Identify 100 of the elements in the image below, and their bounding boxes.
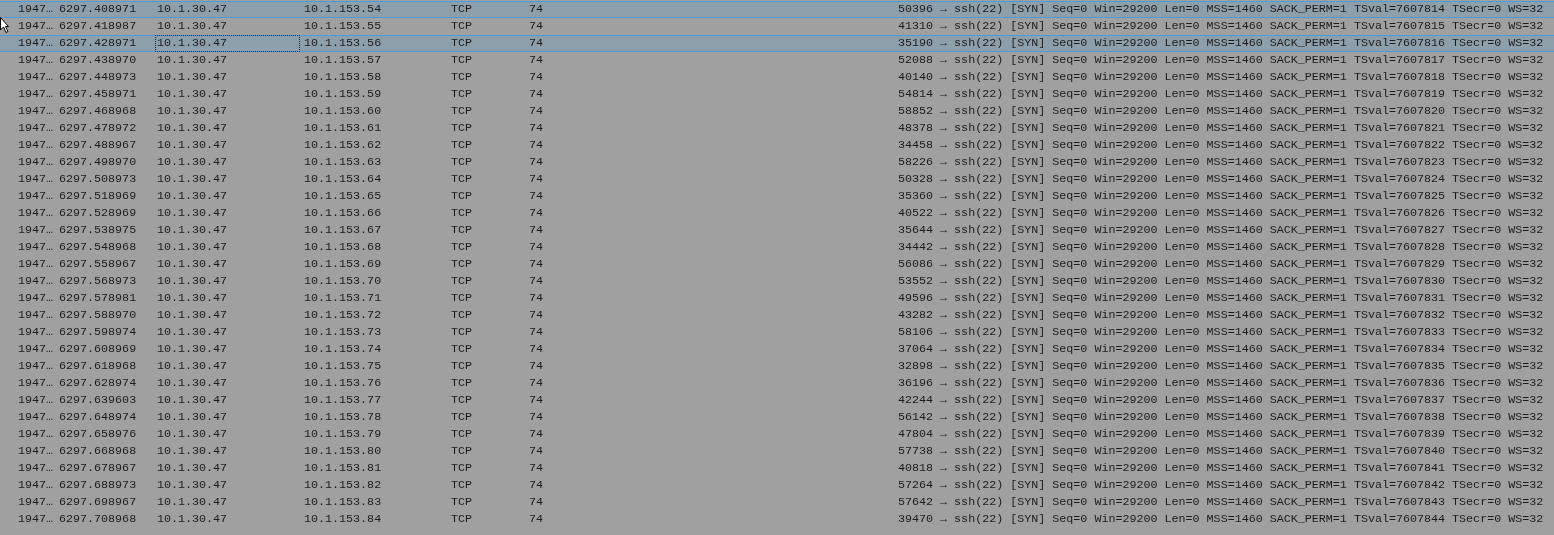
table-cell-text: 53552 → ssh(22) [SYN] Seq=0 Win=29200 Len=0 MSS=1460 SACK_PERM=1 TSval=7607830 TSecr=0 WS=32 — [897, 273, 1545, 290]
table-cell-text: 10.1.153.61 — [304, 120, 383, 137]
packet-row[interactable]: 1947… 6297.618968 10.1.30.47 10.1.153.75 TCP 74 32898 → ssh(22) [SYN] Seq=0 Win=29200 Len=0 MSS=1460 SACK_PERM=1 TSval=7607835 TSecr=0 WS=32 — [0, 358, 1554, 375]
table-cell-text: 10.1.30.47 — [156, 69, 229, 86]
table-cell-text: 6297.588970 — [59, 307, 138, 324]
table-cell-text: TCP — [451, 494, 474, 511]
packet-row[interactable]: 1947… 6297.628974 10.1.30.47 10.1.153.76 TCP 74 36196 → ssh(22) [SYN] Seq=0 Win=29200 Len=0 MSS=1460 SACK_PERM=1 TSval=7607836 TSecr=0 WS=32 — [0, 375, 1554, 392]
packet-row[interactable]: 1947… 6297.458971 10.1.30.47 10.1.153.59 TCP 74 54814 → ssh(22) [SYN] Seq=0 Win=29200 Len=0 MSS=1460 SACK_PERM=1 TSval=7607819 TSecr=0 WS=32 — [0, 86, 1554, 103]
packet-row[interactable]: 1947… 6297.468968 10.1.30.47 10.1.153.60 TCP 74 58852 → ssh(22) [SYN] Seq=0 Win=29200 Len=0 MSS=1460 SACK_PERM=1 TSval=7607820 TSecr=0 WS=32 — [0, 103, 1554, 120]
table-cell-text: 74 — [527, 477, 543, 494]
packet-row[interactable]: 1947… 6297.538975 10.1.30.47 10.1.153.67 TCP 74 35644 → ssh(22) [SYN] Seq=0 Win=29200 Len=0 MSS=1460 SACK_PERM=1 TSval=7607827 TSecr=0 WS=32 — [0, 222, 1554, 239]
table-cell-text: 54814 → ssh(22) [SYN] Seq=0 Win=29200 Len=0 MSS=1460 SACK_PERM=1 TSval=7607819 TSecr=0 WS=32 — [897, 86, 1545, 103]
table-cell-text: 10.1.153.64 — [304, 171, 383, 188]
table-cell-text: 10.1.153.72 — [304, 307, 383, 324]
table-cell-text: 10.1.30.47 — [156, 103, 229, 120]
packet-row[interactable]: 1947… 6297.438970 10.1.30.47 10.1.153.57 TCP 74 52088 → ssh(22) [SYN] Seq=0 Win=29200 Len=0 MSS=1460 SACK_PERM=1 TSval=7607817 TSecr=0 WS=32 — [0, 52, 1554, 69]
packet-row[interactable]: 1947… 6297.518969 10.1.30.47 10.1.153.65 TCP 74 35360 → ssh(22) [SYN] Seq=0 Win=29200 Len=0 MSS=1460 SACK_PERM=1 TSval=7607825 TSecr=0 WS=32 — [0, 188, 1554, 205]
table-cell-text: 10.1.30.47 — [156, 256, 229, 273]
table-cell-text: 74 — [527, 426, 543, 443]
packet-row[interactable]: 1947… 6297.578981 10.1.30.47 10.1.153.71 TCP 74 49596 → ssh(22) [SYN] Seq=0 Win=29200 Len=0 MSS=1460 SACK_PERM=1 TSval=7607831 TSecr=0 WS=32 — [0, 290, 1554, 307]
table-cell-text: 1947… — [18, 426, 55, 443]
table-cell-text: 6297.488967 — [59, 137, 138, 154]
table-cell-text: TCP — [451, 409, 474, 426]
packet-row[interactable]: 1947… 6297.558967 10.1.30.47 10.1.153.69 TCP 74 56086 → ssh(22) [SYN] Seq=0 Win=29200 Len=0 MSS=1460 SACK_PERM=1 TSval=7607829 TSecr=0 WS=32 — [0, 256, 1554, 273]
table-cell-text: 10.1.153.70 — [304, 273, 383, 290]
table-cell-text: 1947… — [18, 460, 55, 477]
table-cell-text: 36196 → ssh(22) [SYN] Seq=0 Win=29200 Len=0 MSS=1460 SACK_PERM=1 TSval=7607836 TSecr=0 WS=32 — [897, 375, 1545, 392]
table-cell-text: TCP — [451, 307, 474, 324]
table-cell-text: 74 — [527, 511, 543, 528]
table-cell-text: 1947… — [18, 188, 55, 205]
table-cell-text: 10.1.153.71 — [304, 290, 383, 307]
packet-row[interactable]: 1947… 6297.658976 10.1.30.47 10.1.153.79 TCP 74 47804 → ssh(22) [SYN] Seq=0 Win=29200 Len=0 MSS=1460 SACK_PERM=1 TSval=7607839 TSecr=0 WS=32 — [0, 426, 1554, 443]
table-cell-text: 10.1.30.47 — [156, 188, 229, 205]
table-cell-text: 6297.598974 — [59, 324, 138, 341]
table-cell-text: TCP — [451, 86, 474, 103]
table-cell-text: 10.1.153.55 — [304, 18, 383, 35]
table-cell-text: 6297.468968 — [59, 103, 138, 120]
table-cell-text: 10.1.153.58 — [304, 69, 383, 86]
table-cell-text: 10.1.153.77 — [304, 392, 383, 409]
packet-row[interactable]: 1947… 6297.608969 10.1.30.47 10.1.153.74 TCP 74 37064 → ssh(22) [SYN] Seq=0 Win=29200 Len=0 MSS=1460 SACK_PERM=1 TSval=7607834 TSecr=0 WS=32 — [0, 341, 1554, 358]
packet-row[interactable]: 1947… 6297.708968 10.1.30.47 10.1.153.84 TCP 74 39470 → ssh(22) [SYN] Seq=0 Win=29200 Len=0 MSS=1460 SACK_PERM=1 TSval=7607844 TSecr=0 WS=32 — [0, 511, 1554, 528]
table-cell-text: 48378 → ssh(22) [SYN] Seq=0 Win=29200 Len=0 MSS=1460 SACK_PERM=1 TSval=7607821 TSecr=0 WS=32 — [897, 120, 1545, 137]
table-cell-text: 10.1.153.54 — [304, 1, 383, 18]
table-cell-text: 74 — [527, 409, 543, 426]
table-cell-text: 10.1.30.47 — [156, 222, 229, 239]
table-cell-text: 6297.528969 — [59, 205, 138, 222]
table-cell-text: TCP — [451, 239, 474, 256]
packet-row[interactable]: 1947… 6297.678967 10.1.30.47 10.1.153.81 TCP 74 40818 → ssh(22) [SYN] Seq=0 Win=29200 Len=0 MSS=1460 SACK_PERM=1 TSval=7607841 TSecr=0 WS=32 — [0, 460, 1554, 477]
table-cell-text: 74 — [527, 188, 543, 205]
table-cell-text: 1947… — [18, 137, 55, 154]
table-cell-text: 10.1.30.47 — [156, 477, 229, 494]
table-cell-text: 10.1.153.65 — [304, 188, 383, 205]
packet-row[interactable]: 1947… 6297.488967 10.1.30.47 10.1.153.62 TCP 74 34458 → ssh(22) [SYN] Seq=0 Win=29200 Len=0 MSS=1460 SACK_PERM=1 TSval=7607822 TSecr=0 WS=32 — [0, 137, 1554, 154]
packet-row[interactable]: 1947… 6297.688973 10.1.30.47 10.1.153.82 TCP 74 57264 → ssh(22) [SYN] Seq=0 Win=29200 Len=0 MSS=1460 SACK_PERM=1 TSval=7607842 TSecr=0 WS=32 — [0, 477, 1554, 494]
packet-row[interactable]: 1947… 6297.408971 10.1.30.47 10.1.153.54 TCP 74 50396 → ssh(22) [SYN] Seq=0 Win=29200 Len=0 MSS=1460 SACK_PERM=1 TSval=7607814 TSecr=0 WS=32 — [0, 1, 1554, 18]
table-cell-text: TCP — [451, 511, 474, 528]
packet-row[interactable]: 1947… 6297.648974 10.1.30.47 10.1.153.78 TCP 74 56142 → ssh(22) [SYN] Seq=0 Win=29200 Len=0 MSS=1460 SACK_PERM=1 TSval=7607838 TSecr=0 WS=32 — [0, 409, 1554, 426]
table-cell-text: 10.1.30.47 — [156, 511, 229, 528]
table-cell-text: 6297.548968 — [59, 239, 138, 256]
table-cell-text: 1947… — [18, 239, 55, 256]
table-cell-text: 74 — [527, 494, 543, 511]
packet-row[interactable]: 1947… 6297.548968 10.1.30.47 10.1.153.68 TCP 74 34442 → ssh(22) [SYN] Seq=0 Win=29200 Len=0 MSS=1460 SACK_PERM=1 TSval=7607828 TSecr=0 WS=32 — [0, 239, 1554, 256]
table-cell-text: 10.1.30.47 — [156, 443, 229, 460]
table-cell-text: 1947… — [18, 256, 55, 273]
table-cell-text: 10.1.30.47 — [156, 120, 229, 137]
table-cell-text: TCP — [451, 256, 474, 273]
packet-row[interactable]: 1947… 6297.508973 10.1.30.47 10.1.153.64 TCP 74 50328 → ssh(22) [SYN] Seq=0 Win=29200 Len=0 MSS=1460 SACK_PERM=1 TSval=7607824 TSecr=0 WS=32 — [0, 171, 1554, 188]
table-cell-text: 42244 → ssh(22) [SYN] Seq=0 Win=29200 Len=0 MSS=1460 SACK_PERM=1 TSval=7607837 TSecr=0 WS=32 — [897, 392, 1545, 409]
table-cell-text: 74 — [527, 103, 543, 120]
table-cell-text: 10.1.153.76 — [304, 375, 383, 392]
table-cell-text: 37064 → ssh(22) [SYN] Seq=0 Win=29200 Len=0 MSS=1460 SACK_PERM=1 TSval=7607834 TSecr=0 WS=32 — [897, 341, 1545, 358]
table-cell-text: 6297.538975 — [59, 222, 138, 239]
table-cell-text: 10.1.30.47 — [156, 273, 229, 290]
packet-row[interactable]: 1947… 6297.448973 10.1.30.47 10.1.153.58 TCP 74 40140 → ssh(22) [SYN] Seq=0 Win=29200 Len=0 MSS=1460 SACK_PERM=1 TSval=7607818 TSecr=0 WS=32 — [0, 69, 1554, 86]
packet-row[interactable]: 1947… 6297.478972 10.1.30.47 10.1.153.61 TCP 74 48378 → ssh(22) [SYN] Seq=0 Win=29200 Len=0 MSS=1460 SACK_PERM=1 TSval=7607821 TSecr=0 WS=32 — [0, 120, 1554, 137]
packet-row[interactable]: 1947… 6297.568973 10.1.30.47 10.1.153.70 TCP 74 53552 → ssh(22) [SYN] Seq=0 Win=29200 Len=0 MSS=1460 SACK_PERM=1 TSval=7607830 TSecr=0 WS=32 — [0, 273, 1554, 290]
table-cell-text: 74 — [527, 18, 543, 35]
cursor-icon — [0, 17, 9, 34]
table-cell-text: 52088 → ssh(22) [SYN] Seq=0 Win=29200 Len=0 MSS=1460 SACK_PERM=1 TSval=7607817 TSecr=0 WS=32 — [897, 52, 1545, 69]
packet-row[interactable]: 1947… 6297.698967 10.1.30.47 10.1.153.83 TCP 74 57642 → ssh(22) [SYN] Seq=0 Win=29200 Len=0 MSS=1460 SACK_PERM=1 TSval=7607843 TSecr=0 WS=32 — [0, 494, 1554, 511]
table-cell-text: TCP — [451, 120, 474, 137]
table-cell-text: 32898 → ssh(22) [SYN] Seq=0 Win=29200 Len=0 MSS=1460 SACK_PERM=1 TSval=7607835 TSecr=0 WS=32 — [897, 358, 1545, 375]
table-cell-text: 6297.698967 — [59, 494, 138, 511]
packet-row[interactable]: 1947… 6297.588970 10.1.30.47 10.1.153.72 TCP 74 43282 → ssh(22) [SYN] Seq=0 Win=29200 Len=0 MSS=1460 SACK_PERM=1 TSval=7607832 TSecr=0 WS=32 — [0, 307, 1554, 324]
table-cell-text: 6297.608969 — [59, 341, 138, 358]
table-cell-text: 10.1.30.47 — [156, 290, 229, 307]
table-cell-text: 10.1.153.56 — [304, 35, 383, 52]
packet-row[interactable]: 1947… 6297.639603 10.1.30.47 10.1.153.77 TCP 74 42244 → ssh(22) [SYN] Seq=0 Win=29200 Len=0 MSS=1460 SACK_PERM=1 TSval=7607837 TSecr=0 WS=32 — [0, 392, 1554, 409]
packet-row[interactable]: 1947… 6297.668968 10.1.30.47 10.1.153.80 TCP 74 57738 → ssh(22) [SYN] Seq=0 Win=29200 Len=0 MSS=1460 SACK_PERM=1 TSval=7607840 TSecr=0 WS=32 — [0, 443, 1554, 460]
packet-row[interactable]: 1947… 6297.598974 10.1.30.47 10.1.153.73 TCP 74 58106 → ssh(22) [SYN] Seq=0 Win=29200 Len=0 MSS=1460 SACK_PERM=1 TSval=7607833 TSecr=0 WS=32 — [0, 324, 1554, 341]
packet-row[interactable]: 1947… 6297.428971 10.1.30.47 10.1.153.56 TCP 74 35190 → ssh(22) [SYN] Seq=0 Win=29200 Len=0 MSS=1460 SACK_PERM=1 TSval=7607816 TSecr=0 WS=32 — [0, 35, 1554, 52]
table-cell-text: 35644 → ssh(22) [SYN] Seq=0 Win=29200 Len=0 MSS=1460 SACK_PERM=1 TSval=7607827 TSecr=0 WS=32 — [897, 222, 1545, 239]
table-cell-text: TCP — [451, 188, 474, 205]
table-cell-text: 6297.428971 — [59, 35, 138, 52]
table-cell-text: 1947… — [18, 494, 55, 511]
table-cell-text: 10.1.30.47 — [156, 1, 229, 18]
packet-row[interactable]: 1947… 6297.498970 10.1.30.47 10.1.153.63 TCP 74 58226 → ssh(22) [SYN] Seq=0 Win=29200 Len=0 MSS=1460 SACK_PERM=1 TSval=7607823 TSecr=0 WS=32 — [0, 154, 1554, 171]
table-cell-text: 40818 → ssh(22) [SYN] Seq=0 Win=29200 Len=0 MSS=1460 SACK_PERM=1 TSval=7607841 TSecr=0 WS=32 — [897, 460, 1545, 477]
packet-row[interactable]: 1947… 6297.528969 10.1.30.47 10.1.153.66 TCP 74 40522 → ssh(22) [SYN] Seq=0 Win=29200 Len=0 MSS=1460 SACK_PERM=1 TSval=7607826 TSecr=0 WS=32 — [0, 205, 1554, 222]
table-cell-text: TCP — [451, 426, 474, 443]
